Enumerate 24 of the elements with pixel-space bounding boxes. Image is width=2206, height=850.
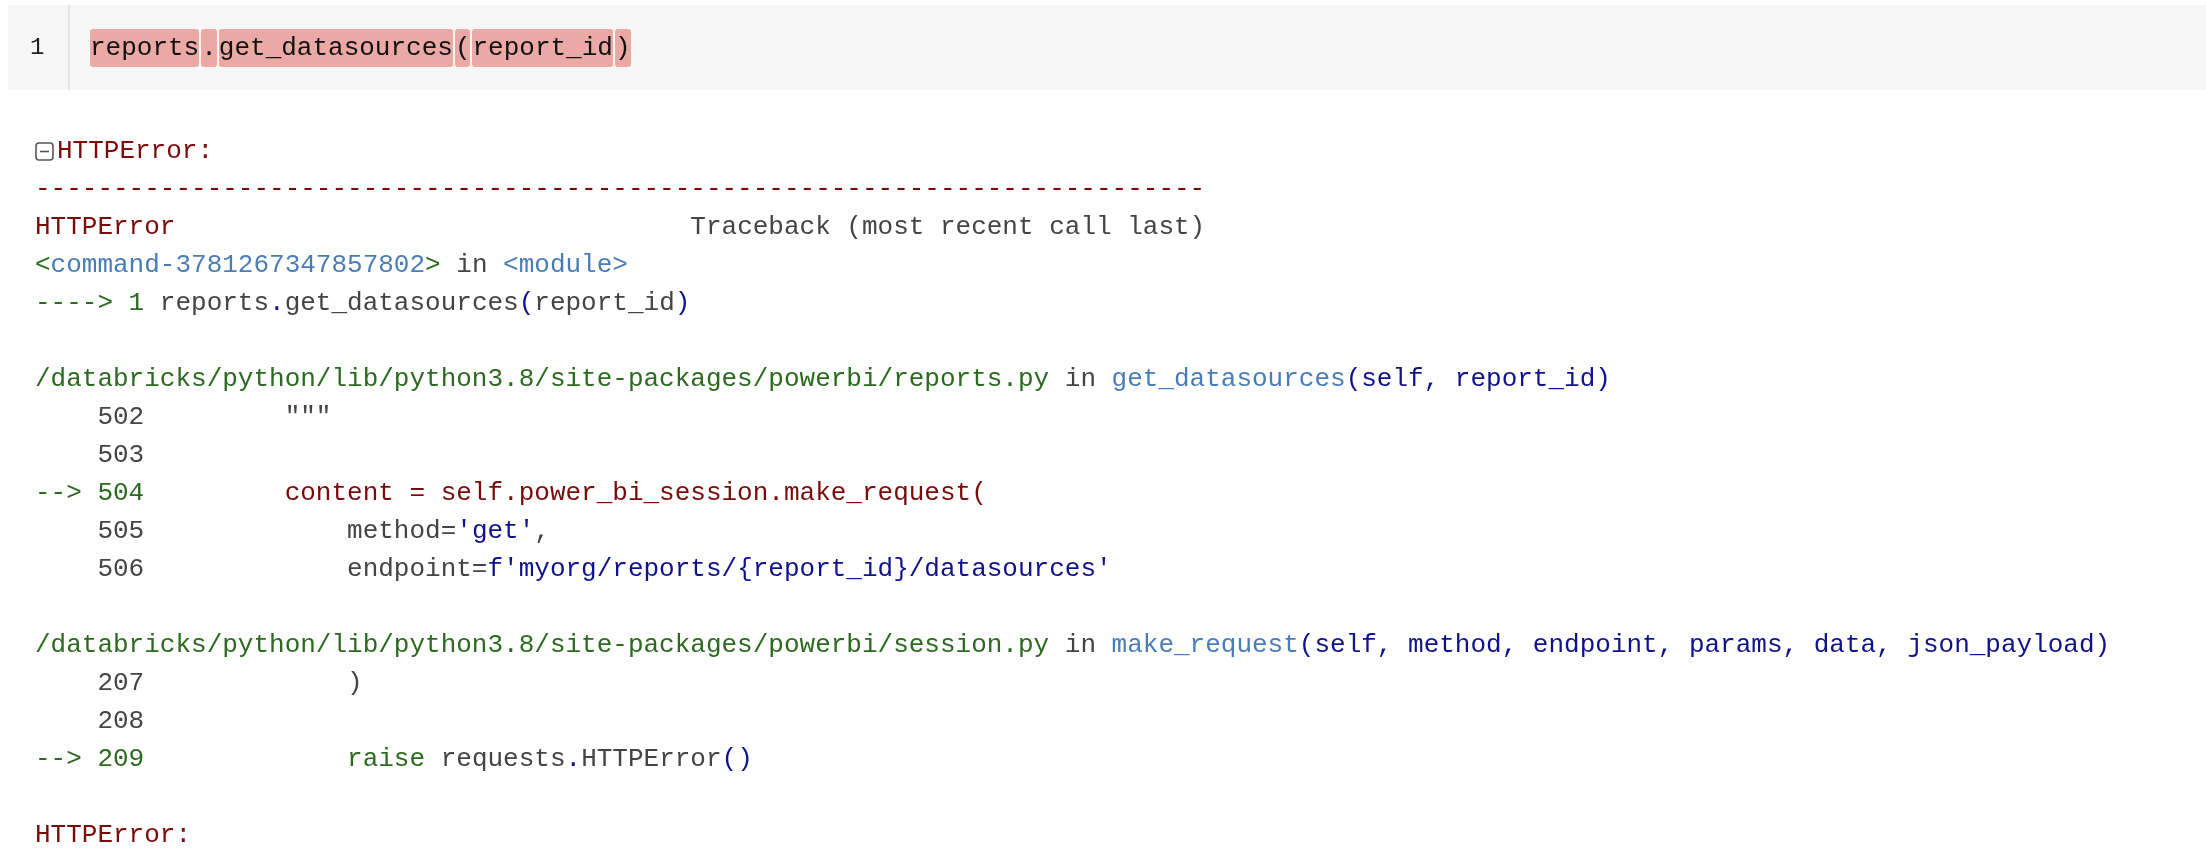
line-number: 1 [30, 34, 45, 61]
traceback-line: --------------------------------------------------------------------------- [35, 173, 1207, 206]
traceback-line: 503 [96, 439, 146, 472]
highlighted-code-token: . [201, 28, 217, 67]
traceback-line: 208 [96, 705, 146, 738]
traceback-line: --> 504 content = self.power_bi_session.make_request( [35, 477, 988, 510]
traceback-line: <command-3781267347857802> in <module> [35, 249, 629, 282]
highlighted-code-token: get_datasources [218, 28, 453, 67]
traceback-line: 505 method='get', [96, 515, 551, 548]
error-title: HTTPError: [57, 135, 214, 168]
highlighted-code-token: ) [614, 28, 631, 67]
traceback-line: --> 209 raise requests.HTTPError() [35, 743, 754, 776]
traceback-line: 502 """ [96, 401, 333, 434]
highlighted-code-token: report_id [472, 28, 613, 67]
traceback-line: ----> 1 reports.get_datasources(report_id) [35, 287, 692, 320]
traceback-line: /databricks/python/lib/python3.8/site-packages/powerbi/reports.py in get_datasources(self, report_id) [35, 363, 1612, 396]
highlighted-code-token: ( [454, 28, 471, 67]
highlighted-code-token: reports [90, 28, 200, 67]
collapse-icon[interactable] [35, 141, 54, 161]
traceback-line: HTTPError Traceback (most recent call last) [35, 211, 1207, 244]
traceback-line: HTTPError: [35, 819, 193, 850]
traceback-line: /databricks/python/lib/python3.8/site-packages/powerbi/session.py in make_request(self, method, endpoint, params, data, json_payload) [35, 629, 2112, 662]
traceback-line: 506 endpoint=f'myorg/reports/{report_id}/datasources' [96, 553, 1113, 586]
traceback-line: 207 ) [96, 667, 364, 700]
